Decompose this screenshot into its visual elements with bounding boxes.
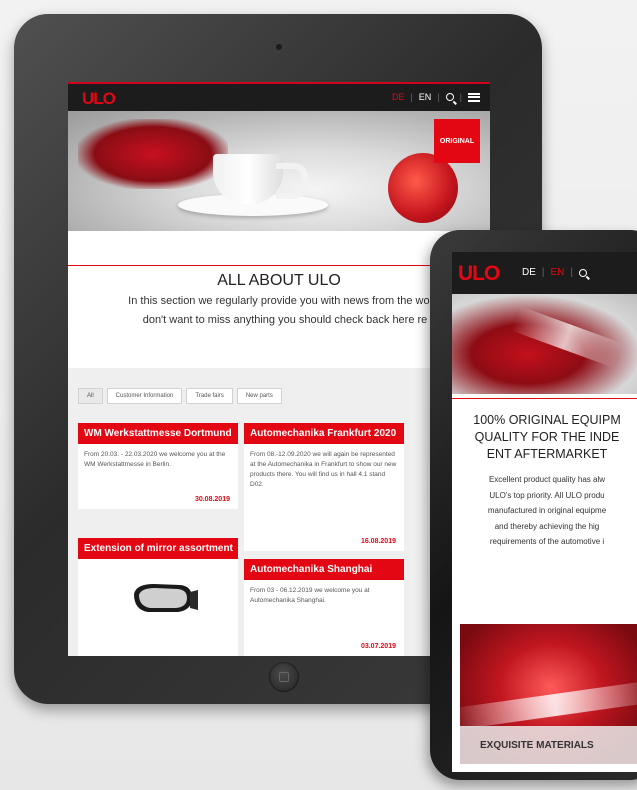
news-card[interactable]: Automechanika Shanghai From 03 - 06.12.2… [244,559,404,656]
phone-device: ULO DE | EN | 100% ORIGINAL EQUIPM QUALI… [430,230,637,780]
device-mockup-stage: ULO DE | EN | | ORIGINAL ALL ABOUT ULO I… [0,0,637,790]
search-icon[interactable] [445,93,454,101]
news-card-text: From 20.03. - 22.03.2020 we welcome you … [84,451,226,468]
tablet-camera [276,44,282,50]
section-intro: In this section we regularly provide you… [80,292,490,330]
feature-tile[interactable]: EXQUISITE MATERIALS [460,624,637,764]
nav-separator: | [410,92,413,102]
heading-line: QUALITY FOR THE INDE [474,430,620,444]
tablet-hero-image: ORIGINAL [68,111,490,231]
lang-de-link[interactable]: DE [392,92,405,102]
tablet-nav-actions: DE | EN | | [392,92,480,102]
home-button-glyph [279,672,289,682]
lang-en-link[interactable]: EN [551,267,565,278]
phone-hero-image [452,294,637,394]
nav-separator: | [570,267,574,278]
phone-body-text: Excellent product quality has alw ULO's … [452,472,637,550]
tablet-screen: ULO DE | EN | | ORIGINAL ALL ABOUT ULO I… [68,82,490,656]
filter-new-parts[interactable]: New parts [236,388,282,404]
news-card-date: 16.08.2019 [360,538,396,545]
news-card[interactable]: WM Werkstattmesse Dortmund From 20.03. -… [78,423,238,509]
heading-line: 100% ORIGINAL EQUIPM [473,413,621,427]
news-card-date: 03.07.2019 [360,643,396,650]
feature-label[interactable]: EXQUISITE MATERIALS [460,726,637,764]
nav-separator: | [459,92,462,102]
news-card[interactable]: Automechanika Frankfurt 2020 From 08.-12… [244,423,404,551]
intro-line: don't want to miss anything you should c… [142,314,428,326]
intro-line: In this section we regularly provide you… [128,295,442,307]
news-card-title[interactable]: Automechanika Shanghai [244,559,404,580]
nav-separator: | [437,92,440,102]
tablet-top-nav: ULO DE | EN | | [68,82,490,111]
news-card-title[interactable]: Extension of mirror assortment [78,538,238,559]
hero-cup-handle [276,163,308,199]
news-section: All Customer Information Trade fairs New… [68,368,490,656]
filter-all[interactable]: All [78,388,103,404]
news-card-title[interactable]: WM Werkstattmesse Dortmund [78,423,238,444]
lang-en-link[interactable]: EN [419,92,432,102]
phone-screen: ULO DE | EN | 100% ORIGINAL EQUIPM QUALI… [452,252,637,772]
heading-line: ENT AFTERMARKET [486,447,608,461]
phone-nav-actions: DE | EN | [522,267,588,278]
ulo-logo[interactable]: ULO [458,262,500,286]
filter-trade-fairs[interactable]: Trade fairs [186,388,233,404]
hero-light-streak [510,305,624,369]
body-line: manufactured in original equipme [487,506,607,515]
news-card[interactable]: Extension of mirror assortment [78,538,238,656]
section-title: ALL ABOUT ULO [68,265,490,290]
nav-separator: | [541,267,545,278]
tablet-home-button[interactable] [269,662,299,692]
news-filters: All Customer Information Trade fairs New… [78,388,282,404]
lang-de-link[interactable]: DE [522,267,536,278]
body-line: ULO's top priority. All ULO produ [489,490,605,500]
search-icon[interactable] [579,268,588,277]
phone-heading: 100% ORIGINAL EQUIPM QUALITY FOR THE IND… [452,412,637,463]
phone-top-nav: ULO DE | EN | [452,252,637,294]
body-line: Excellent product quality has alw [488,475,606,484]
ulo-logo[interactable]: ULO [82,89,116,109]
menu-icon[interactable] [468,92,480,102]
feature-shine [460,679,637,731]
hero-red-blur [78,119,228,189]
filter-customer-information[interactable]: Customer Information [106,388,183,404]
red-divider [452,398,637,399]
hero-red-ball [388,153,458,223]
body-line: requirements of the automotive i [489,537,605,546]
news-card-text: From 03 - 06.12.2019 we welcome you at A… [250,587,370,604]
original-badge: ORIGINAL [434,119,480,163]
mirror-image [134,584,198,612]
news-card-text: From 08.-12.09.2020 we will again be rep… [250,451,397,488]
news-card-title[interactable]: Automechanika Frankfurt 2020 [244,423,404,444]
body-line: and thereby achieving the hig [494,521,600,531]
news-card-date: 30.08.2019 [194,496,230,503]
